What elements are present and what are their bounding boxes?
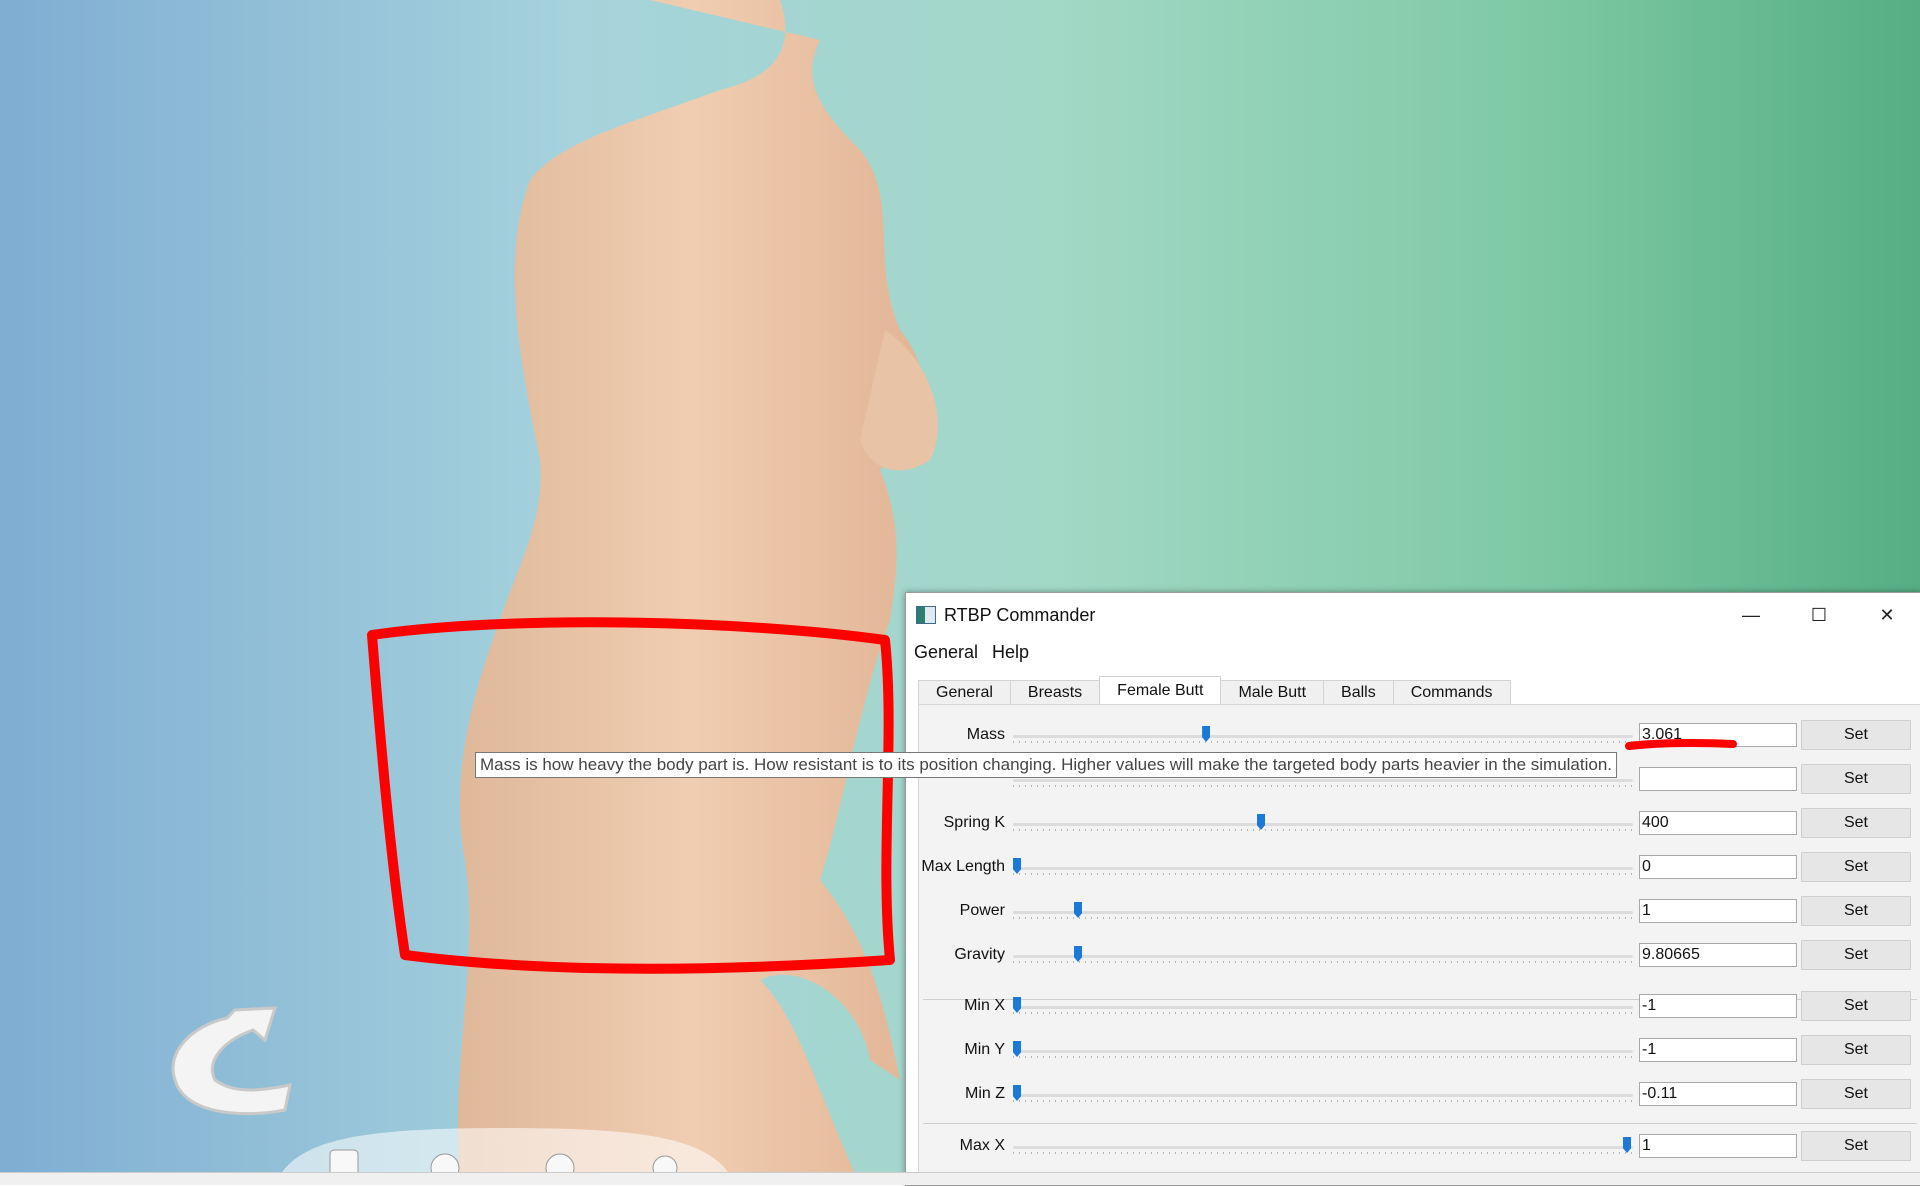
set-button[interactable]: Set: [1801, 808, 1911, 838]
slider-handle[interactable]: [1013, 997, 1021, 1013]
set-button[interactable]: Set: [1801, 991, 1911, 1021]
param-value-input[interactable]: [1639, 855, 1797, 879]
param-slider[interactable]: [1013, 996, 1633, 1016]
slider-handle[interactable]: [1013, 858, 1021, 874]
param-row: Min Y Set: [919, 1033, 1920, 1067]
app-icon: [916, 606, 936, 624]
param-row: Max X Set: [919, 1129, 1920, 1163]
param-value-input[interactable]: [1639, 994, 1797, 1018]
slider-handle[interactable]: [1074, 902, 1082, 918]
tab-commands[interactable]: Commands: [1392, 680, 1511, 704]
slider-handle[interactable]: [1623, 1137, 1631, 1153]
red-underline-annotation: [1625, 738, 1737, 750]
param-label: Power: [959, 902, 1005, 919]
param-label: Spring K: [943, 814, 1005, 831]
set-button[interactable]: Set: [1801, 1079, 1911, 1109]
param-value-input[interactable]: [1639, 899, 1797, 923]
param-slider[interactable]: [1013, 857, 1633, 877]
param-row: Power Set: [919, 894, 1920, 928]
set-button[interactable]: Set: [1801, 1035, 1911, 1065]
param-slider[interactable]: [1013, 945, 1633, 965]
param-slider[interactable]: [1013, 1040, 1633, 1060]
maximize-icon[interactable]: ☐: [1785, 593, 1853, 637]
tab-female-butt[interactable]: Female Butt: [1099, 676, 1222, 704]
close-icon[interactable]: ✕: [1853, 593, 1920, 637]
param-value-input[interactable]: [1639, 1134, 1797, 1158]
param-label: Max X: [959, 1137, 1005, 1154]
tab-male-butt[interactable]: Male Butt: [1220, 680, 1325, 704]
slider-handle[interactable]: [1013, 1041, 1021, 1057]
set-button[interactable]: Set: [1801, 896, 1911, 926]
param-label: Mass: [966, 726, 1005, 743]
taskbar: [0, 1172, 1920, 1185]
menu-help[interactable]: Help: [990, 642, 1031, 663]
slider-handle[interactable]: [1202, 726, 1211, 742]
param-row: Min X Set: [919, 989, 1920, 1023]
slider-handle[interactable]: [1257, 814, 1265, 830]
param-label: Min Z: [965, 1085, 1005, 1102]
window-title: RTBP Commander: [944, 604, 1096, 625]
red-annotation-box: [367, 617, 895, 974]
undo-arrow-icon[interactable]: [165, 1000, 305, 1120]
param-slider[interactable]: [1013, 901, 1633, 921]
param-row: Spring K Set: [919, 806, 1920, 840]
param-slider[interactable]: [1013, 725, 1633, 745]
separator: [923, 1123, 1917, 1124]
slider-handle[interactable]: [1013, 1085, 1021, 1101]
menu-general[interactable]: General: [912, 642, 980, 663]
minimize-icon[interactable]: —: [1717, 593, 1785, 637]
param-label: Max Length: [921, 858, 1005, 875]
tab-bar: General Breasts Female Butt Male Butt Ba…: [918, 676, 1920, 704]
param-row: Mass Set: [919, 718, 1920, 752]
set-button[interactable]: Set: [1801, 764, 1911, 794]
param-slider[interactable]: [1013, 813, 1633, 833]
slider-handle[interactable]: [1074, 946, 1082, 962]
tab-balls[interactable]: Balls: [1323, 680, 1394, 704]
tab-breasts[interactable]: Breasts: [1009, 680, 1101, 704]
menu-bar: General Help: [906, 637, 1920, 667]
param-label: Gravity: [954, 946, 1005, 963]
param-value-input[interactable]: [1639, 767, 1797, 791]
param-slider[interactable]: [1013, 1136, 1633, 1156]
param-value-input[interactable]: [1639, 1038, 1797, 1062]
rtbp-commander-window: RTBP Commander — ☐ ✕ General Help Genera…: [905, 592, 1920, 1186]
param-value-input[interactable]: [1639, 943, 1797, 967]
param-value-input[interactable]: [1639, 811, 1797, 835]
set-button[interactable]: Set: [1801, 1131, 1911, 1161]
param-label: Min X: [964, 997, 1005, 1014]
set-button[interactable]: Set: [1801, 852, 1911, 882]
mass-tooltip: Mass is how heavy the body part is. How …: [475, 752, 1618, 778]
title-bar[interactable]: RTBP Commander — ☐ ✕: [906, 593, 1920, 637]
tab-general[interactable]: General: [918, 680, 1011, 704]
set-button[interactable]: Set: [1801, 720, 1911, 750]
param-row: Min Z Set: [919, 1077, 1920, 1111]
param-row: Max Length Set: [919, 850, 1920, 884]
param-label: Min Y: [964, 1041, 1005, 1058]
sim-character-body: [457, 0, 938, 1184]
set-button[interactable]: Set: [1801, 940, 1911, 970]
param-slider[interactable]: [1013, 1084, 1633, 1104]
param-value-input[interactable]: [1639, 1082, 1797, 1106]
param-row: Gravity Set: [919, 938, 1920, 972]
